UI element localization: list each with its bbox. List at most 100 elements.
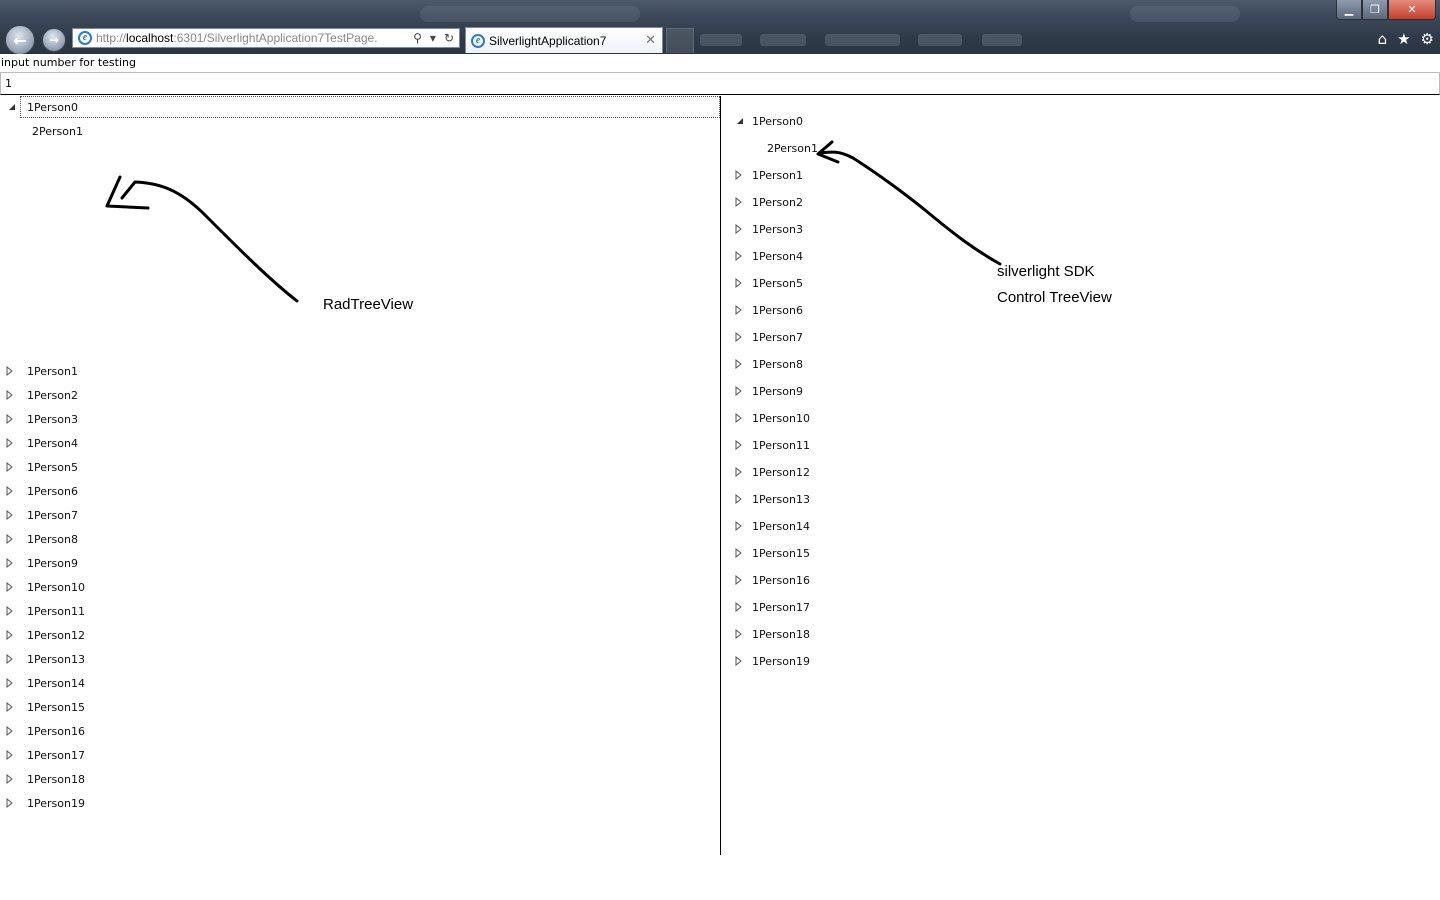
tree-item-label: 1Person2 [752, 195, 803, 209]
background-tab [982, 34, 1022, 46]
tree-item-label: 1Person4 [752, 249, 803, 263]
tree-item-label: 2Person1 [32, 124, 83, 138]
background-tab [825, 34, 900, 46]
collapsed-triangle-icon[interactable] [5, 725, 15, 737]
collapsed-triangle-icon[interactable] [5, 389, 15, 401]
collapsed-triangle-icon[interactable] [734, 628, 744, 640]
collapsed-triangle-icon[interactable] [734, 304, 744, 316]
collapsed-triangle-icon[interactable] [5, 629, 15, 641]
collapsed-triangle-icon[interactable] [5, 365, 15, 377]
collapsed-triangle-icon[interactable] [734, 574, 744, 586]
tree-item-label: 1Person19 [27, 796, 85, 810]
tree-item-label: 1Person0 [752, 114, 803, 128]
collapsed-triangle-icon[interactable] [5, 461, 15, 473]
collapsed-triangle-icon[interactable] [734, 601, 744, 613]
new-tab-button[interactable] [666, 28, 694, 53]
background-tab [700, 34, 742, 46]
collapsed-triangle-icon[interactable] [734, 439, 744, 451]
collapsed-triangle-icon[interactable] [5, 509, 15, 521]
collapsed-triangle-icon[interactable] [5, 701, 15, 713]
collapsed-triangle-icon[interactable] [734, 547, 744, 559]
tree-item-label: 1Person13 [27, 652, 85, 666]
home-icon[interactable]: ⌂ [1378, 30, 1388, 48]
tree-item-label: 1Person6 [752, 303, 803, 317]
tree-item-label: 1Person12 [752, 465, 810, 479]
collapsed-triangle-icon[interactable] [5, 677, 15, 689]
collapsed-triangle-icon[interactable] [5, 437, 15, 449]
tree-item-label: 1Person1 [752, 168, 803, 182]
ie-page-icon: e [78, 31, 92, 45]
tree-item-label: 1Person16 [27, 724, 85, 738]
tab-silverlightapplication7[interactable]: e SilverlightApplication7 ✕ [465, 27, 663, 53]
tree-item-label: 1Person17 [752, 600, 810, 614]
collapsed-triangle-icon[interactable] [734, 250, 744, 262]
refresh-icon[interactable]: ↻ [444, 31, 454, 45]
tree-item-label: 1Person12 [27, 628, 85, 642]
forward-arrow-icon[interactable]: → [42, 28, 66, 52]
collapsed-triangle-icon[interactable] [5, 413, 15, 425]
collapsed-triangle-icon[interactable] [734, 493, 744, 505]
tree-item-label: 1Person18 [27, 772, 85, 786]
browser-chrome: ▁ ❐ ✕ ← → e http://localhost:6301/Silver… [0, 0, 1440, 54]
number-input[interactable] [0, 72, 1440, 95]
expanded-triangle-icon[interactable] [7, 101, 17, 113]
collapsed-triangle-icon[interactable] [734, 331, 744, 343]
collapsed-triangle-icon[interactable] [5, 749, 15, 761]
tree-item-label: 1Person3 [27, 412, 78, 426]
tree-item-label: 1Person7 [752, 330, 803, 344]
tree-item-label: 1Person17 [27, 748, 85, 762]
panel-divider [720, 96, 721, 855]
collapsed-triangle-icon[interactable] [5, 581, 15, 593]
expanded-triangle-icon[interactable] [735, 115, 745, 127]
tree-item-label: 1Person10 [27, 580, 85, 594]
blurred-window-title-right [1130, 6, 1240, 22]
collapsed-triangle-icon[interactable] [734, 169, 744, 181]
collapsed-triangle-icon[interactable] [734, 223, 744, 235]
address-url[interactable]: http://localhost:6301/SilverlightApplica… [96, 31, 413, 45]
collapsed-triangle-icon[interactable] [734, 655, 744, 667]
collapsed-triangle-icon[interactable] [5, 653, 15, 665]
gear-icon[interactable]: ⚙ [1421, 30, 1434, 48]
tree-item-label: 1Person8 [27, 532, 78, 546]
annotation-radtreeview: RadTreeView [323, 296, 414, 313]
tab-title: SilverlightApplication7 [489, 33, 607, 48]
annotation-sdk-line2: Control TreeView [997, 289, 1112, 306]
window-controls: ▁ ❐ ✕ [1336, 0, 1436, 20]
search-icon[interactable]: ⚲ [413, 31, 422, 45]
star-icon[interactable]: ★ [1397, 30, 1410, 48]
annotation-sdk-line1: silverlight SDK [997, 263, 1095, 280]
minimize-icon[interactable]: ▁ [1336, 0, 1362, 20]
collapsed-triangle-icon[interactable] [734, 412, 744, 424]
collapsed-triangle-icon[interactable] [734, 358, 744, 370]
collapsed-triangle-icon[interactable] [734, 520, 744, 532]
collapsed-triangle-icon[interactable] [5, 485, 15, 497]
collapsed-triangle-icon[interactable] [5, 797, 15, 809]
collapsed-triangle-icon[interactable] [734, 277, 744, 289]
collapsed-triangle-icon[interactable] [5, 557, 15, 569]
tree-item-label: 1Person14 [752, 519, 810, 533]
collapsed-triangle-icon[interactable] [734, 466, 744, 478]
close-icon[interactable]: ✕ [1388, 0, 1436, 20]
restore-icon[interactable]: ❐ [1362, 0, 1388, 20]
collapsed-triangle-icon[interactable] [5, 533, 15, 545]
collapsed-triangle-icon[interactable] [5, 605, 15, 617]
ie-tab-icon: e [471, 33, 485, 48]
collapsed-triangle-icon[interactable] [734, 385, 744, 397]
chevron-down-icon[interactable]: ▾ [430, 31, 436, 45]
tree-item-label: 1Person11 [752, 438, 810, 452]
collapsed-triangle-icon[interactable] [734, 196, 744, 208]
tree-item-label: 1Person15 [752, 546, 810, 560]
tree-item-label: 1Person9 [752, 384, 803, 398]
tree-item-label: 1Person14 [27, 676, 85, 690]
tree-item-label: 1Person13 [752, 492, 810, 506]
tree-item-label: 1Person5 [27, 460, 78, 474]
tree-item-label: 1Person5 [752, 276, 803, 290]
back-arrow-icon[interactable]: ← [5, 25, 35, 54]
collapsed-triangle-icon[interactable] [5, 773, 15, 785]
tree-item-label: 1Person19 [752, 654, 810, 668]
tree-item-label: 1Person4 [27, 436, 78, 450]
tab-close-icon[interactable]: ✕ [645, 33, 656, 48]
hand-drawn-arrow-right [816, 140, 1002, 266]
address-bar[interactable]: e http://localhost:6301/SilverlightAppli… [72, 28, 460, 48]
tree-item-label: 1Person11 [27, 604, 85, 618]
